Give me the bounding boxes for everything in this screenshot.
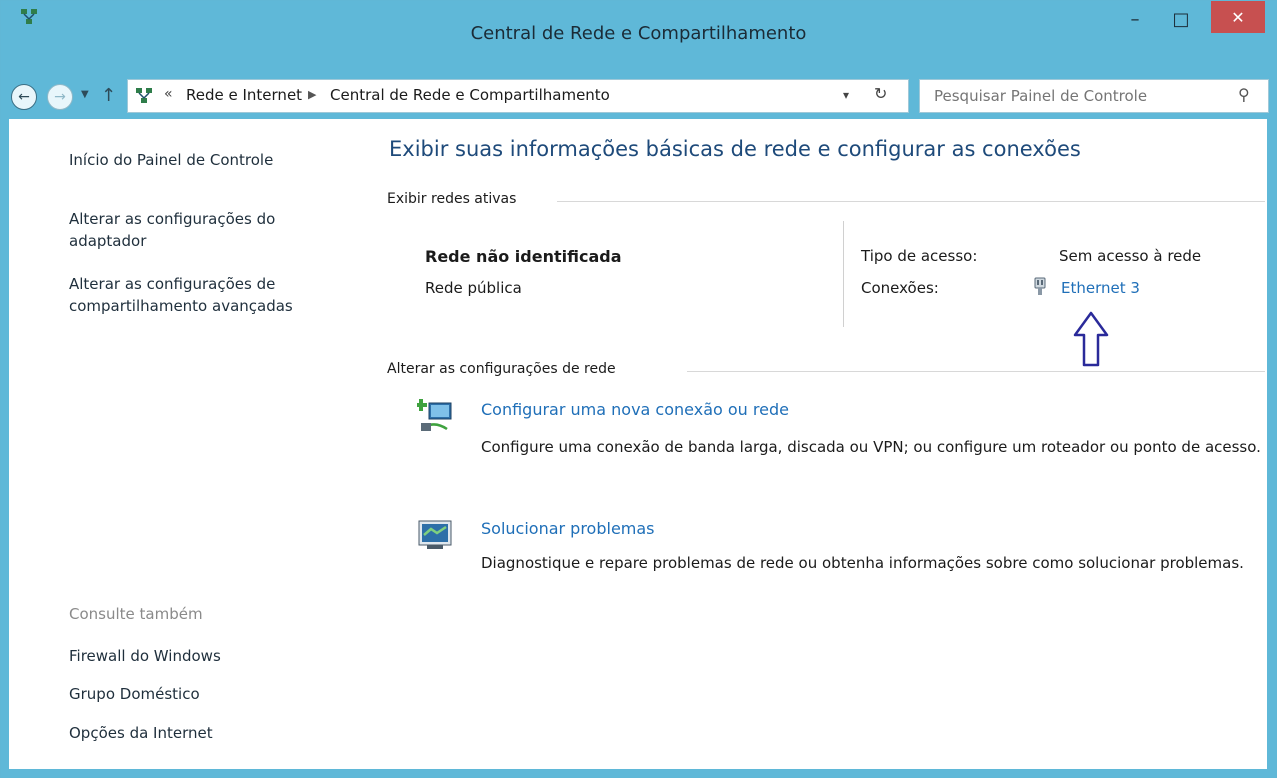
back-icon[interactable]: ← [11,84,37,110]
recent-pages-icon[interactable]: ▼ [81,89,89,100]
new-connection-icon [417,399,452,431]
refresh-icon[interactable]: ↻ [874,84,887,103]
sidebar-link-adapter-settings[interactable]: Alterar as configurações do adaptador [69,208,329,252]
page-title: Exibir suas informações básicas de rede … [389,137,1081,161]
divider [687,371,1265,372]
sidebar-link-firewall[interactable]: Firewall do Windows [69,645,221,667]
title-bar[interactable]: Central de Rede e Compartilhamento – □ ✕ [1,1,1276,69]
forward-icon[interactable]: → [47,84,73,110]
ethernet-connection-link[interactable]: Ethernet 3 [1061,279,1140,297]
setup-connection-description: Configure uma conexão de banda larga, di… [481,438,1261,456]
address-bar[interactable]: « Rede e Internet ▶ Central de Rede e Co… [127,79,909,113]
network-type: Rede pública [425,279,522,297]
sidebar-link-home[interactable]: Início do Painel de Controle [69,149,273,171]
search-icon[interactable]: ⚲ [1238,85,1250,104]
connections-label: Conexões: [861,279,939,297]
close-button[interactable]: ✕ [1211,1,1265,33]
troubleshoot-icon [418,520,452,549]
sidebar-link-sharing-settings[interactable]: Alterar as configurações de compartilham… [69,273,349,317]
setup-connection-link[interactable]: Configurar uma nova conexão ou rede [481,400,789,419]
address-dropdown-icon[interactable]: ▾ [843,88,849,102]
breadcrumb-separator-icon[interactable]: ▶ [308,88,316,101]
annotation-arrow [1073,311,1109,367]
breadcrumb-central-rede[interactable]: Central de Rede e Compartilhamento [330,86,610,104]
troubleshoot-link[interactable]: Solucionar problemas [481,519,655,538]
breadcrumb-rede-internet[interactable]: Rede e Internet [186,86,302,104]
access-type-value: Sem acesso à rede [1059,247,1202,265]
minimize-button[interactable]: – [1117,1,1153,37]
window: Central de Rede e Compartilhamento – □ ✕… [0,0,1277,778]
troubleshoot-description: Diagnostique e repare problemas de rede … [481,554,1244,572]
ethernet-icon[interactable] [1033,277,1047,297]
sidebar-link-internet-options[interactable]: Opções da Internet [69,722,213,744]
network-center-icon [136,88,152,103]
breadcrumb-overflow[interactable]: « [164,86,173,102]
change-settings-heading: Alterar as configurações de rede [387,361,616,377]
access-type-label: Tipo de acesso: [861,247,978,265]
maximize-button[interactable]: □ [1163,1,1199,37]
active-networks-heading: Exibir redes ativas [387,191,517,207]
sidebar-link-homegroup[interactable]: Grupo Doméstico [69,683,200,705]
search-input[interactable] [932,86,1226,106]
up-icon[interactable]: ↑ [101,85,116,106]
window-title: Central de Rede e Compartilhamento [470,23,807,44]
divider [557,201,1265,202]
content-pane: Início do Painel de Controle Alterar as … [9,119,1267,769]
search-box[interactable]: ⚲ [919,79,1269,113]
network-name: Rede não identificada [425,247,622,266]
divider [843,221,844,327]
see-also-heading: Consulte também [69,605,203,623]
